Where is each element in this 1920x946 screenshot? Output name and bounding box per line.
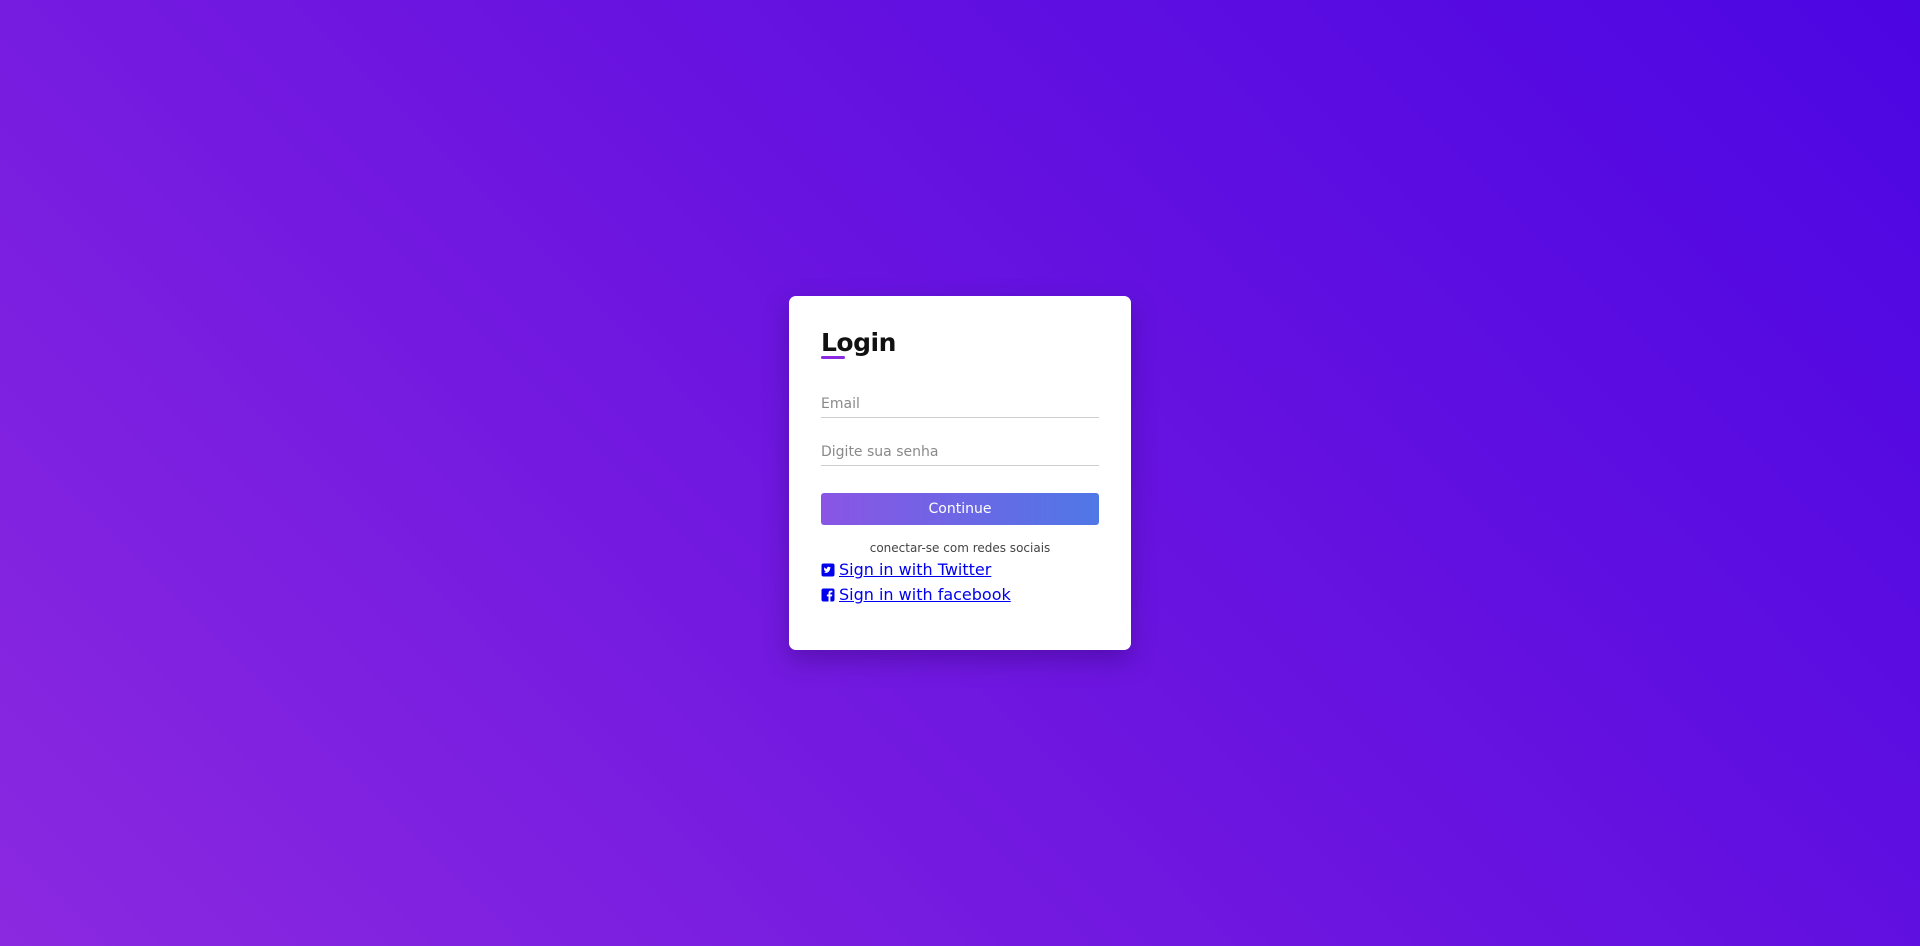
twitter-signin-label: Sign in with Twitter [839,560,992,579]
continue-button[interactable]: Continue [821,493,1099,525]
title-wrap: Login [821,328,896,359]
social-caption: conectar-se com redes sociais [869,541,1051,555]
password-field[interactable] [821,440,1099,464]
email-field-wrap [821,392,1099,418]
title-underline [821,356,845,359]
facebook-signin-label: Sign in with facebook [839,585,1011,604]
facebook-square-icon [821,588,835,602]
password-field-wrap [821,440,1099,466]
login-card: Login Continue conectar-se com redes soc… [789,296,1131,650]
facebook-signin-link[interactable]: Sign in with facebook [821,584,1011,605]
twitter-signin-link[interactable]: Sign in with Twitter [821,559,991,580]
page-title: Login [821,328,896,357]
email-field[interactable] [821,392,1099,416]
twitter-square-icon [821,563,835,577]
